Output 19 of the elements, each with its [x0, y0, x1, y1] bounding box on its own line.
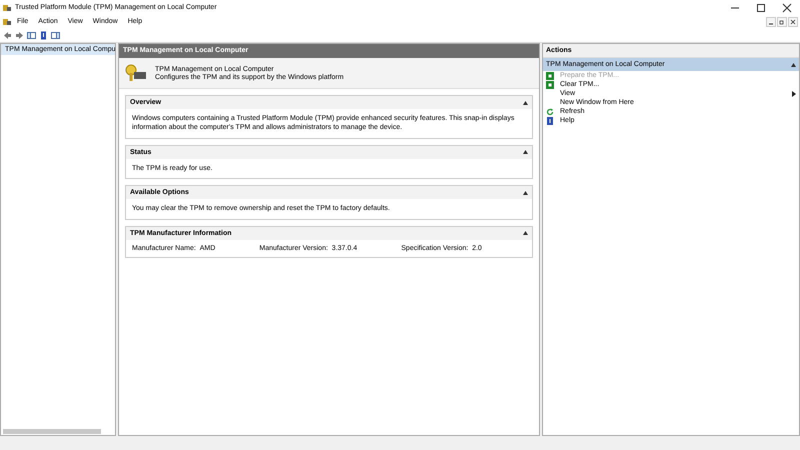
collapse-icon[interactable]	[523, 100, 528, 104]
key-chip-icon	[125, 64, 147, 82]
console-tree-icon[interactable]	[27, 30, 36, 40]
collapse-icon[interactable]	[791, 62, 796, 66]
help-book-icon[interactable]	[39, 30, 48, 40]
collapse-icon[interactable]	[523, 190, 528, 195]
collapse-icon[interactable]	[523, 231, 528, 236]
forward-arrow-icon[interactable]	[15, 30, 24, 40]
app-icon	[3, 4, 11, 12]
restore-icon[interactable]	[777, 16, 787, 26]
refresh-icon	[546, 108, 554, 116]
help-book-icon	[546, 116, 554, 124]
close-icon[interactable]	[788, 16, 798, 26]
submenu-arrow-icon	[792, 90, 796, 96]
back-arrow-icon[interactable]	[3, 30, 12, 40]
app-icon	[3, 18, 11, 26]
action-pane-icon[interactable]	[51, 30, 60, 40]
collapse-icon[interactable]	[523, 150, 528, 154]
minimize-icon[interactable]	[766, 16, 776, 26]
